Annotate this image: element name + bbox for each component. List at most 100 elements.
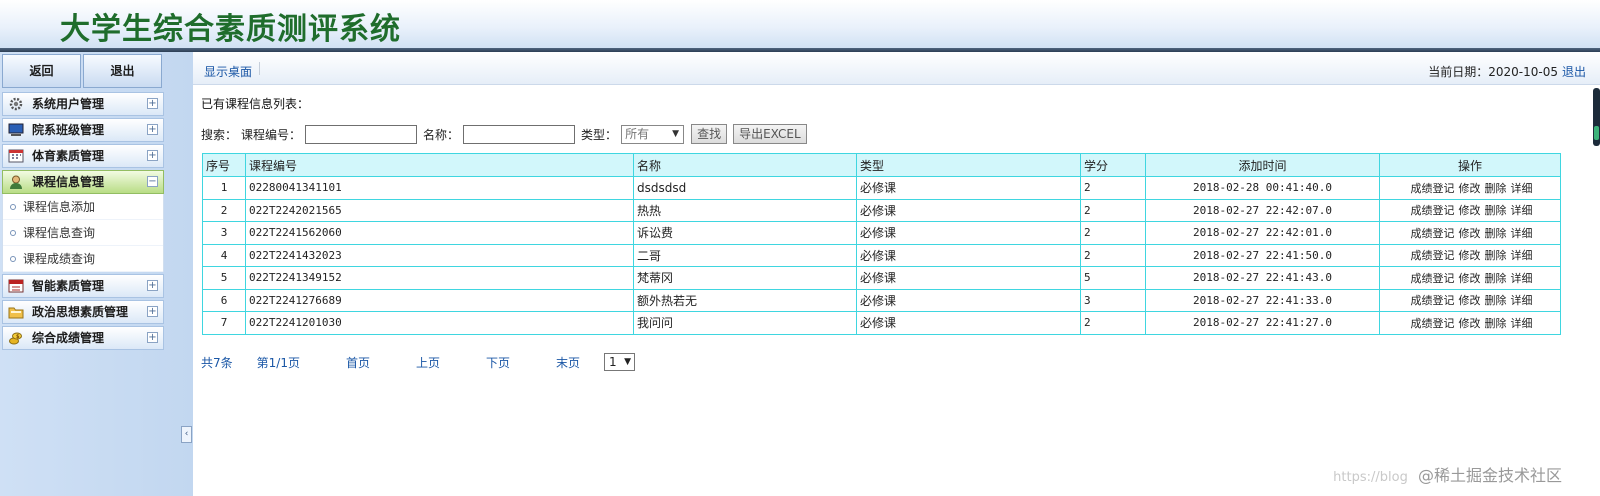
edit-link[interactable]: 修改 — [1459, 182, 1481, 195]
export-excel-button[interactable]: 导出EXCEL — [733, 124, 807, 144]
row-number: 7 — [202, 311, 246, 335]
table-row: 3 022T2241562060 诉讼费 必修课 2 2018-02-27 22:42:0… — [202, 221, 1561, 245]
detail-link[interactable]: 详细 — [1511, 204, 1533, 217]
page-select[interactable]: 1 ▼ — [604, 353, 636, 371]
course-name-cell: 我问问 — [633, 311, 857, 335]
show-desktop-link[interactable]: 显示桌面 — [204, 63, 252, 80]
edit-link[interactable]: 修改 — [1459, 204, 1481, 217]
actions-cell: 成绩登记 修改 删除 详细 — [1379, 266, 1561, 290]
exit-button[interactable]: 退出 — [83, 54, 162, 88]
column-header: 序号 — [202, 153, 246, 177]
sidebar-item-label: 政治思想素质管理 — [32, 305, 129, 319]
sidebar-item-sports[interactable]: 体育素质管理 + — [2, 144, 164, 168]
submenu-item-grade-query[interactable]: 课程成绩查询 — [3, 246, 163, 272]
sidebar: 返回 退出 系统用户管理 + 院系班级管理 + 体育素质管理 + 课程信息管理 … — [0, 52, 193, 496]
detail-link[interactable]: 详细 — [1511, 272, 1533, 285]
name-input[interactable] — [463, 124, 576, 144]
added-time-cell: 2018-02-27 22:41:27.0 — [1145, 311, 1380, 335]
course-name-cell: 诉讼费 — [633, 221, 857, 245]
grade-register-link[interactable]: 成绩登记 — [1411, 272, 1455, 285]
back-button[interactable]: 返回 — [2, 54, 81, 88]
expand-icon[interactable]: + — [147, 150, 158, 161]
grade-register-link[interactable]: 成绩登记 — [1411, 317, 1455, 330]
delete-link[interactable]: 删除 — [1485, 204, 1507, 217]
prev-page-link[interactable]: 上页 — [416, 354, 440, 371]
table-row: 2 022T2242021565 热热 必修课 2 2018-02-27 22:42:07… — [202, 198, 1561, 222]
expand-icon[interactable]: + — [147, 124, 158, 135]
edit-link[interactable]: 修改 — [1459, 249, 1481, 262]
table-row: 4 022T2241432023 二哥 必修课 2 2018-02-27 22:41:50… — [202, 243, 1561, 267]
sidebar-item-department-class[interactable]: 院系班级管理 + — [2, 118, 164, 142]
detail-link[interactable]: 详细 — [1511, 294, 1533, 307]
grade-register-link[interactable]: 成绩登记 — [1411, 182, 1455, 195]
edit-link[interactable]: 修改 — [1459, 317, 1481, 330]
course-name-cell: 二哥 — [633, 243, 857, 267]
sidebar-item-label: 课程信息管理 — [32, 175, 105, 189]
delete-link[interactable]: 删除 — [1485, 317, 1507, 330]
grade-register-link[interactable]: 成绩登记 — [1411, 294, 1455, 307]
sidebar-item-course-info[interactable]: 课程信息管理 − — [2, 170, 164, 194]
course-table: 序号 课程编号 名称 类型 学分 添加时间 操作 1 02280041341101… — [202, 153, 1561, 335]
submenu-item-label: 课程信息查询 — [23, 226, 96, 240]
find-button[interactable]: 查找 — [691, 124, 728, 144]
detail-link[interactable]: 详细 — [1511, 182, 1533, 195]
scrollbar-thumb[interactable] — [1594, 126, 1599, 140]
expand-icon[interactable]: + — [147, 98, 158, 109]
delete-link[interactable]: 删除 — [1485, 272, 1507, 285]
submenu-item-label: 课程信息添加 — [23, 200, 96, 214]
svg-text:$: $ — [16, 334, 20, 340]
column-header: 添加时间 — [1145, 153, 1380, 177]
first-page-link[interactable]: 首页 — [346, 354, 370, 371]
sidebar-item-intelligence[interactable]: 智能素质管理 + — [2, 274, 164, 298]
grade-register-link[interactable]: 成绩登记 — [1411, 227, 1455, 240]
submenu-item-course-add[interactable]: 课程信息添加 — [3, 194, 163, 220]
collapse-sidebar-button[interactable]: ‹ — [181, 426, 192, 443]
submenu-item-course-query[interactable]: 课程信息查询 — [3, 220, 163, 246]
actions-cell: 成绩登记 修改 删除 详细 — [1379, 288, 1561, 312]
app-header: 大学生综合素质测评系统 — [0, 0, 1600, 50]
delete-link[interactable]: 删除 — [1485, 249, 1507, 262]
delete-link[interactable]: 删除 — [1485, 294, 1507, 307]
edit-link[interactable]: 修改 — [1459, 294, 1481, 307]
monitor-icon — [8, 123, 24, 136]
detail-link[interactable]: 详细 — [1511, 249, 1533, 262]
last-page-link[interactable]: 末页 — [556, 354, 580, 371]
delete-link[interactable]: 删除 — [1485, 182, 1507, 195]
course-code-input[interactable] — [305, 124, 418, 144]
detail-link[interactable]: 详细 — [1511, 317, 1533, 330]
grade-register-link[interactable]: 成绩登记 — [1411, 249, 1455, 262]
edit-link[interactable]: 修改 — [1459, 272, 1481, 285]
expand-icon[interactable]: + — [147, 332, 158, 343]
sidebar-item-overall-score[interactable]: $ 综合成绩管理 + — [2, 326, 164, 350]
divider — [259, 62, 260, 75]
type-select[interactable]: 所有 ▼ — [621, 124, 685, 144]
logout-link[interactable]: 退出 — [1562, 63, 1586, 80]
credit-cell: 2 — [1080, 221, 1146, 245]
credit-cell: 3 — [1080, 288, 1146, 312]
credit-cell: 5 — [1080, 266, 1146, 290]
course-type-cell: 必修课 — [856, 266, 1081, 290]
detail-link[interactable]: 详细 — [1511, 227, 1533, 240]
current-date: 当前日期：2020-10-05 — [1428, 65, 1558, 79]
coins-icon: $ — [9, 332, 22, 345]
actions-cell: 成绩登记 修改 删除 详细 — [1379, 311, 1561, 335]
sidebar-item-system-users[interactable]: 系统用户管理 + — [2, 92, 164, 116]
gear-icon — [9, 97, 23, 111]
course-name-cell: 额外热若无 — [633, 288, 857, 312]
table-row: 7 022T2241201030 我问问 必修课 2 2018-02-27 22:41:2… — [202, 311, 1561, 335]
type-select-value: 所有 — [625, 126, 650, 141]
collapse-icon[interactable]: − — [147, 176, 158, 187]
delete-link[interactable]: 删除 — [1485, 227, 1507, 240]
sidebar-item-political[interactable]: 政治思想素质管理 + — [2, 300, 164, 324]
grade-register-link[interactable]: 成绩登记 — [1411, 204, 1455, 217]
added-time-cell: 2018-02-28 00:41:40.0 — [1145, 176, 1380, 200]
watermark-brand: @稀土掘金技术社区 — [1417, 466, 1562, 485]
next-page-link[interactable]: 下页 — [486, 354, 510, 371]
sidebar-item-label: 综合成绩管理 — [32, 331, 105, 345]
credit-cell: 2 — [1080, 198, 1146, 222]
course-code-cell: 022T2241349152 — [245, 266, 634, 290]
edit-link[interactable]: 修改 — [1459, 227, 1481, 240]
course-code-cell: 022T2242021565 — [245, 198, 634, 222]
expand-icon[interactable]: + — [147, 280, 158, 291]
expand-icon[interactable]: + — [147, 306, 158, 317]
